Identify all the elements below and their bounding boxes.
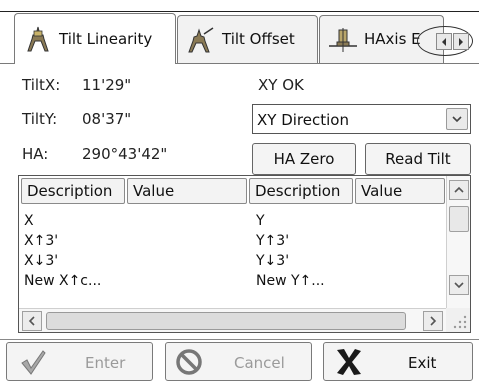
cancel-button[interactable]: Cancel [165, 342, 312, 381]
cancel-icon [176, 349, 202, 375]
cancel-button-label: Cancel [234, 354, 285, 372]
tilty-label: TiltY: [22, 110, 58, 128]
status-text: XY OK [258, 76, 304, 94]
tab-tilt-offset[interactable]: Tilt Offset [177, 15, 318, 63]
scroll-left-button[interactable] [22, 311, 42, 331]
table-cell[interactable]: New Y↑... [256, 274, 325, 286]
tilty-value: 08'37" [82, 110, 132, 128]
tab-scroll-left-button[interactable] [436, 33, 452, 50]
resize-grip-icon [446, 308, 470, 332]
ha-value: 290°43'42" [82, 145, 168, 163]
vertical-scrollbar[interactable] [446, 176, 470, 308]
chevron-right-icon [430, 316, 437, 326]
dropdown-arrow-button[interactable] [446, 108, 468, 130]
direction-select-value: XY Direction [257, 111, 349, 129]
scroll-down-button[interactable] [449, 275, 469, 295]
tab-label: HAxis E [364, 30, 421, 48]
table-cell[interactable]: Y↓3' [256, 254, 289, 268]
tiltx-value: 11'29" [82, 76, 132, 94]
column-header-value-x[interactable]: Value [127, 178, 247, 204]
tilt-offset-icon [188, 26, 214, 52]
table-cell[interactable]: X↑3' [24, 234, 58, 248]
table-cell[interactable]: X [24, 214, 34, 228]
top-divider [0, 11, 479, 12]
haxis-icon [329, 27, 357, 52]
exit-button-label: Exit [408, 354, 437, 372]
enter-button-label: Enter [85, 354, 126, 372]
tab-label: Tilt Linearity [59, 29, 153, 48]
checkmark-icon [21, 350, 46, 375]
chevron-left-icon [28, 316, 35, 326]
read-tilt-button[interactable]: Read Tilt [365, 143, 471, 175]
ha-label: HA: [22, 145, 49, 163]
scroll-right-button[interactable] [423, 311, 443, 331]
chevron-right-icon [459, 37, 463, 46]
vertical-scroll-thumb[interactable] [449, 206, 469, 232]
exit-x-icon [337, 349, 361, 375]
tab-tilt-linearity[interactable]: Tilt Linearity [14, 13, 176, 64]
enter-button[interactable]: Enter [6, 342, 153, 381]
table-cell[interactable]: New X↑c... [24, 274, 101, 286]
chevron-up-icon [454, 186, 464, 193]
ha-zero-button[interactable]: HA Zero [252, 143, 356, 175]
table-cell[interactable]: X↓3' [24, 254, 58, 268]
scroll-up-button[interactable] [449, 180, 469, 200]
tiltx-label: TiltX: [22, 76, 61, 94]
tab-scroll-control [417, 26, 473, 56]
chevron-down-icon [452, 116, 462, 123]
tab-scroll-right-button[interactable] [453, 33, 469, 50]
table-cell[interactable]: Y [256, 214, 265, 228]
column-header-description-y[interactable]: Description [249, 178, 353, 204]
tab-label: Tilt Offset [222, 30, 295, 48]
table-cell[interactable]: Y↑3' [256, 234, 289, 248]
data-grid[interactable]: Description Value Description Value X Y … [18, 175, 471, 333]
footer-divider [0, 339, 479, 340]
column-header-value-y[interactable]: Value [355, 178, 445, 204]
horizontal-scroll-thumb[interactable] [46, 312, 406, 330]
grid-header: Description Value Description Value [19, 176, 449, 204]
tilt-linearity-icon [27, 26, 49, 52]
exit-button[interactable]: Exit [323, 342, 473, 381]
column-header-description-x[interactable]: Description [21, 178, 125, 204]
direction-select[interactable]: XY Direction [252, 104, 471, 134]
chevron-down-icon [454, 282, 464, 289]
horizontal-scrollbar[interactable] [19, 308, 448, 332]
chevron-left-icon [442, 37, 446, 46]
